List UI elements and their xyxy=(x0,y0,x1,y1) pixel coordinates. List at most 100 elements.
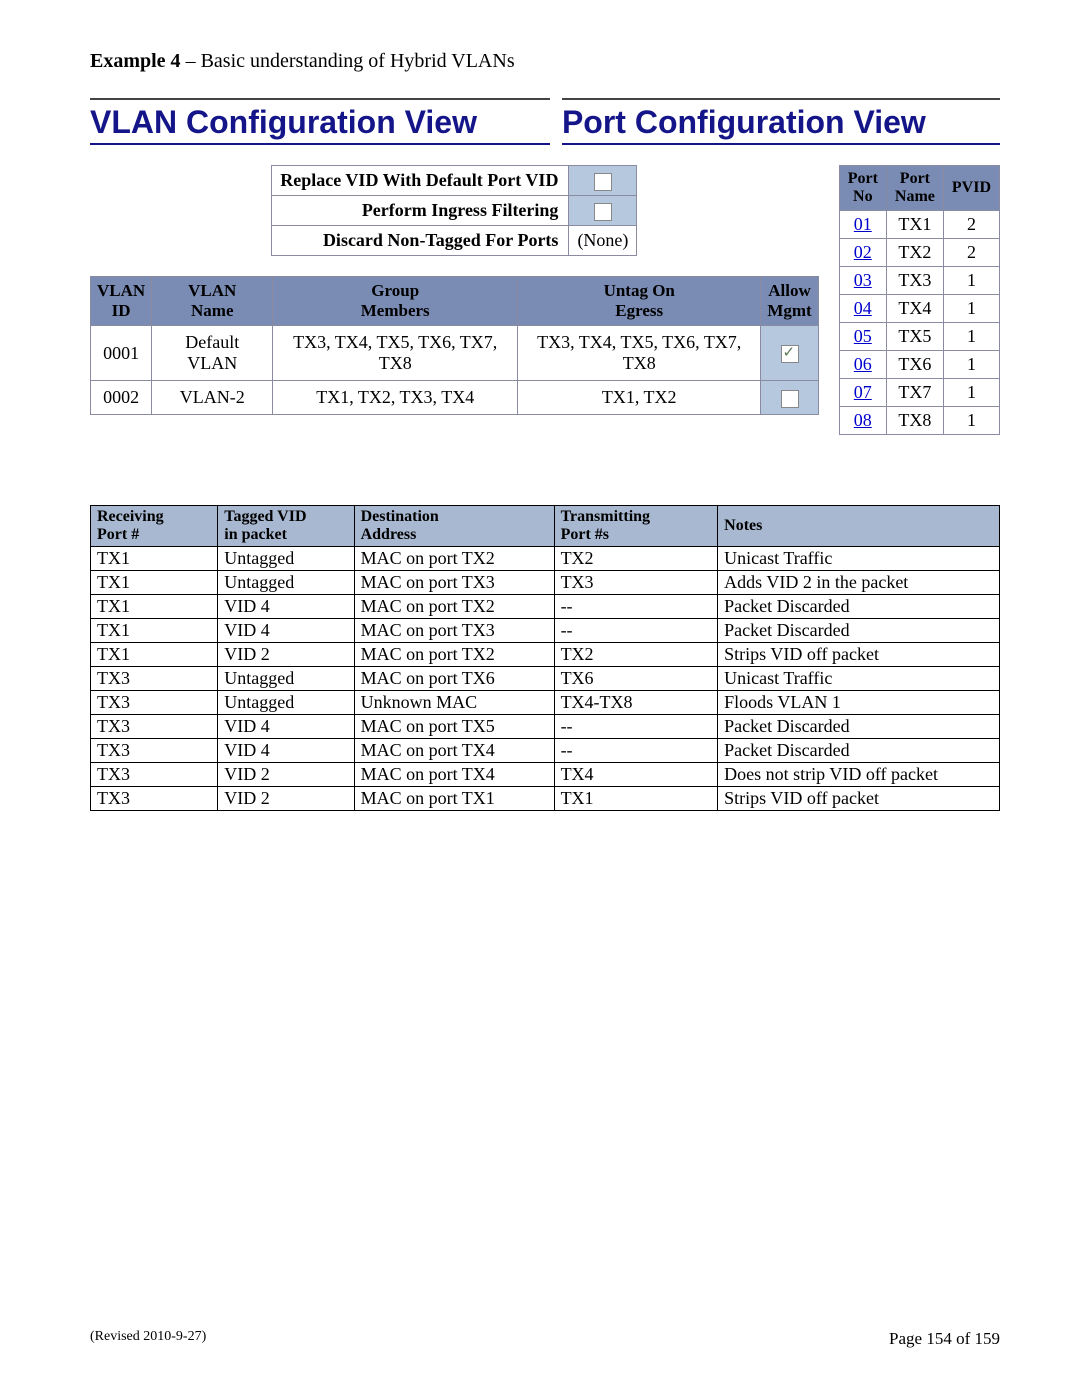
vlan-cell: TX3, TX4, TX5, TX6, TX7, TX8 xyxy=(518,326,761,381)
port-pvid: 1 xyxy=(943,323,999,351)
port-no-link[interactable]: 03 xyxy=(839,267,886,295)
traffic-cell: MAC on port TX6 xyxy=(354,667,554,691)
port-name: TX1 xyxy=(886,211,943,239)
port-pvid: 1 xyxy=(943,379,999,407)
port-name: TX2 xyxy=(886,239,943,267)
traffic-cell: TX4 xyxy=(554,763,718,787)
traffic-cell: -- xyxy=(554,739,718,763)
traffic-cell: Unicast Traffic xyxy=(718,667,1000,691)
allow-mgmt-checkbox[interactable] xyxy=(781,345,799,363)
traffic-row: TX3UntaggedUnknown MACTX4-TX8Floods VLAN… xyxy=(91,691,1000,715)
vlan-row: 0002VLAN-2TX1, TX2, TX3, TX4TX1, TX2 xyxy=(91,381,819,415)
traffic-cell: Untagged xyxy=(218,691,354,715)
traffic-cell: TX2 xyxy=(554,547,718,571)
example-heading: Example 4 – Basic understanding of Hybri… xyxy=(90,50,1000,73)
port-name: TX5 xyxy=(886,323,943,351)
traffic-row: TX1UntaggedMAC on port TX2TX2Unicast Tra… xyxy=(91,547,1000,571)
traffic-cell: MAC on port TX3 xyxy=(354,571,554,595)
port-pvid: 1 xyxy=(943,351,999,379)
traffic-cell: TX3 xyxy=(91,667,218,691)
settings-label: Replace VID With Default Port VID xyxy=(272,166,569,196)
port-pvid: 1 xyxy=(943,267,999,295)
traffic-row: TX1UntaggedMAC on port TX3TX3Adds VID 2 … xyxy=(91,571,1000,595)
port-pvid: 1 xyxy=(943,407,999,435)
port-config-heading: Port Configuration View xyxy=(562,98,1000,145)
traffic-cell: Unicast Traffic xyxy=(718,547,1000,571)
port-no-link[interactable]: 06 xyxy=(839,351,886,379)
port-no-link[interactable]: 07 xyxy=(839,379,886,407)
port-row: 06TX61 xyxy=(839,351,999,379)
port-row: 02TX22 xyxy=(839,239,999,267)
traffic-cell: Strips VID off packet xyxy=(718,643,1000,667)
traffic-cell: VID 4 xyxy=(218,715,354,739)
revised-date: (Revised 2010-9-27) xyxy=(90,1329,206,1349)
traffic-row: TX1VID 4MAC on port TX2--Packet Discarde… xyxy=(91,595,1000,619)
port-no-link[interactable]: 08 xyxy=(839,407,886,435)
traffic-cell: TX3 xyxy=(91,715,218,739)
port-no-link[interactable]: 02 xyxy=(839,239,886,267)
vlan-header: AllowMgmt xyxy=(761,277,818,326)
traffic-cell: TX3 xyxy=(91,691,218,715)
traffic-cell: -- xyxy=(554,619,718,643)
settings-table: Replace VID With Default Port VIDPerform… xyxy=(271,165,637,256)
settings-value: (None) xyxy=(569,226,637,256)
port-header: PortName xyxy=(886,166,943,211)
settings-checkbox[interactable] xyxy=(594,173,612,191)
traffic-cell: Floods VLAN 1 xyxy=(718,691,1000,715)
settings-checkbox[interactable] xyxy=(594,203,612,221)
port-no-link[interactable]: 04 xyxy=(839,295,886,323)
port-pvid: 1 xyxy=(943,295,999,323)
port-header: PortNo xyxy=(839,166,886,211)
traffic-cell: TX3 xyxy=(554,571,718,595)
port-name: TX6 xyxy=(886,351,943,379)
port-no-link[interactable]: 01 xyxy=(839,211,886,239)
page-number: Page 154 of 159 xyxy=(889,1329,1000,1349)
allow-mgmt-checkbox[interactable] xyxy=(781,390,799,408)
traffic-cell: MAC on port TX2 xyxy=(354,547,554,571)
vlan-cell: TX1, TX2 xyxy=(518,381,761,415)
traffic-cell: Unknown MAC xyxy=(354,691,554,715)
port-no-link[interactable]: 05 xyxy=(839,323,886,351)
traffic-cell: Packet Discarded xyxy=(718,739,1000,763)
traffic-cell: TX3 xyxy=(91,739,218,763)
port-name: TX7 xyxy=(886,379,943,407)
traffic-cell: TX1 xyxy=(91,595,218,619)
traffic-cell: VID 2 xyxy=(218,643,354,667)
traffic-header: TransmittingPort #s xyxy=(554,506,718,547)
traffic-cell: MAC on port TX2 xyxy=(354,643,554,667)
traffic-header: ReceivingPort # xyxy=(91,506,218,547)
port-row: 01TX12 xyxy=(839,211,999,239)
traffic-cell: Untagged xyxy=(218,547,354,571)
traffic-cell: VID 2 xyxy=(218,787,354,811)
page-footer: (Revised 2010-9-27) Page 154 of 159 xyxy=(90,1329,1000,1349)
traffic-cell: TX1 xyxy=(554,787,718,811)
vlan-cell: Default VLAN xyxy=(152,326,273,381)
traffic-cell: MAC on port TX3 xyxy=(354,619,554,643)
port-name: TX3 xyxy=(886,267,943,295)
port-table: PortNoPortNamePVID 01TX1202TX2203TX3104T… xyxy=(839,165,1000,435)
port-row: 03TX31 xyxy=(839,267,999,295)
traffic-cell: MAC on port TX4 xyxy=(354,763,554,787)
traffic-cell: VID 4 xyxy=(218,619,354,643)
traffic-cell: Untagged xyxy=(218,571,354,595)
traffic-cell: MAC on port TX5 xyxy=(354,715,554,739)
section-headings: VLAN Configuration View Port Configurati… xyxy=(90,98,1000,145)
traffic-cell: VID 4 xyxy=(218,739,354,763)
traffic-cell: Strips VID off packet xyxy=(718,787,1000,811)
example-label: Example 4 xyxy=(90,50,181,72)
settings-label: Discard Non-Tagged For Ports xyxy=(272,226,569,256)
traffic-cell: Adds VID 2 in the packet xyxy=(718,571,1000,595)
traffic-cell: MAC on port TX4 xyxy=(354,739,554,763)
traffic-cell: Does not strip VID off packet xyxy=(718,763,1000,787)
traffic-cell: TX1 xyxy=(91,619,218,643)
traffic-cell: VID 2 xyxy=(218,763,354,787)
traffic-cell: TX4-TX8 xyxy=(554,691,718,715)
vlan-cell: TX3, TX4, TX5, TX6, TX7, TX8 xyxy=(273,326,518,381)
traffic-cell: Untagged xyxy=(218,667,354,691)
vlan-config-heading: VLAN Configuration View xyxy=(90,98,550,145)
port-name: TX4 xyxy=(886,295,943,323)
port-row: 07TX71 xyxy=(839,379,999,407)
vlan-header: GroupMembers xyxy=(273,277,518,326)
traffic-cell: TX6 xyxy=(554,667,718,691)
port-row: 05TX51 xyxy=(839,323,999,351)
